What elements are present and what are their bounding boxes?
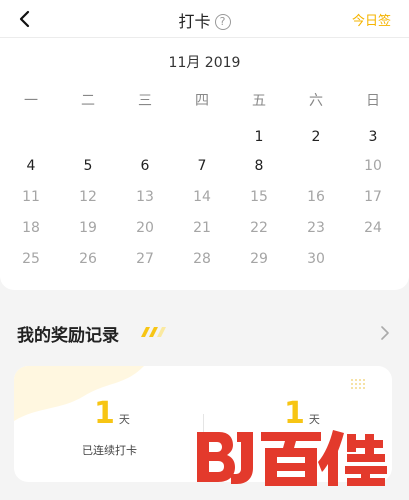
calendar-day-number: 13	[136, 189, 154, 205]
calendar-day[interactable]: 27	[131, 248, 159, 270]
decorative-stripes-icon	[141, 327, 166, 337]
calendar-day-number: 9	[311, 158, 321, 174]
calendar-day[interactable]: 25	[17, 248, 45, 270]
calendar-day-number: 16	[307, 189, 325, 205]
calendar-panel: 11月 2019 一二三四五六日 1 2 3 4 5 6 7 8 9 10 11 12 13 14 15 16…	[0, 38, 409, 290]
calendar-day[interactable]: 20	[131, 217, 159, 239]
calendar-day[interactable]: 29	[245, 248, 273, 270]
page-title: 打卡?	[0, 8, 409, 32]
calendar-day-number: 29	[250, 251, 268, 267]
calendar-day-number: 7	[197, 158, 207, 174]
calendar-day-number: 21	[193, 220, 211, 236]
calendar-day[interactable]: 22	[245, 217, 273, 239]
calendar-day-number: 5	[83, 158, 93, 174]
calendar-day-number: 4	[26, 158, 36, 174]
calendar-day[interactable]: 1	[245, 126, 273, 148]
calendar-day-number: 11	[22, 189, 40, 205]
calendar-day-today[interactable]: 9	[302, 155, 330, 177]
calendar-day[interactable]: 17	[359, 186, 387, 208]
calendar-day-number: 2	[311, 129, 321, 145]
calendar-day-number: 19	[79, 220, 97, 236]
calendar-day-number: 28	[193, 251, 211, 267]
chevron-right-icon[interactable]	[379, 325, 391, 341]
calendar-day[interactable]: 24	[359, 217, 387, 239]
weekday-label: 四	[195, 93, 209, 109]
consecutive-days-label: 已连续打卡	[82, 444, 137, 457]
page-title-text: 打卡	[178, 12, 211, 31]
help-icon[interactable]: ?	[214, 14, 231, 30]
calendar-day[interactable]: 26	[74, 248, 102, 270]
calendar-day[interactable]: 14	[188, 186, 216, 208]
calendar-day-number: 10	[364, 158, 382, 174]
calendar-day-number: 26	[79, 251, 97, 267]
calendar-day[interactable]: 21	[188, 217, 216, 239]
calendar-day[interactable]: 23	[302, 217, 330, 239]
calendar-day[interactable]: 19	[74, 217, 102, 239]
calendar-day[interactable]: 28	[188, 248, 216, 270]
calendar-day[interactable]: 11	[17, 186, 45, 208]
calendar-day[interactable]: 10	[359, 155, 387, 177]
calendar-day-number: 27	[136, 251, 154, 267]
calendar-day-number: 30	[307, 251, 325, 267]
calendar-day[interactable]: 4	[17, 155, 45, 177]
calendar-day[interactable]: 6	[131, 155, 159, 177]
calendar-day[interactable]: 3	[359, 126, 387, 148]
calendar-day[interactable]: 18	[17, 217, 45, 239]
month-label: 11月 2019	[168, 55, 241, 71]
rewards-section-title: 我的奖励记录	[17, 326, 119, 346]
header-bar: 打卡? 今日签	[0, 0, 409, 38]
calendar-day[interactable]: 2	[302, 126, 330, 148]
calendar-day[interactable]: 8	[245, 155, 273, 177]
consecutive-days-unit: 天	[118, 413, 130, 426]
consecutive-days-stat: 1天	[94, 396, 130, 431]
today-checkin-link[interactable]: 今日签	[352, 10, 391, 29]
calendar-day-number: 23	[307, 220, 325, 236]
calendar-day[interactable]: 15	[245, 186, 273, 208]
calendar-day-number: 18	[22, 220, 40, 236]
calendar-day-number: 1	[254, 129, 264, 145]
calendar-day-number: 3	[368, 129, 378, 145]
weekday-label: 日	[366, 93, 380, 109]
weekday-label: 六	[309, 93, 323, 109]
calendar-day[interactable]: 16	[302, 186, 330, 208]
calendar-day-number: 8	[254, 158, 264, 174]
calendar-day-number: 15	[250, 189, 268, 205]
dots-decoration-icon	[351, 379, 365, 389]
weekday-label: 三	[138, 93, 152, 109]
weekday-label: 二	[81, 93, 95, 109]
calendar-day[interactable]: 30	[302, 248, 330, 270]
watermark-logo	[197, 430, 387, 486]
calendar-day[interactable]: 5	[74, 155, 102, 177]
calendar-day[interactable]: 13	[131, 186, 159, 208]
calendar-day-number: 14	[193, 189, 211, 205]
consecutive-days-value: 1	[94, 396, 115, 431]
calendar-day[interactable]: 7	[188, 155, 216, 177]
calendar-day-number: 22	[250, 220, 268, 236]
weekday-label: 一	[24, 93, 38, 109]
calendar-day[interactable]: 12	[74, 186, 102, 208]
calendar-day-number: 12	[79, 189, 97, 205]
calendar-day-number: 17	[364, 189, 382, 205]
weekday-label: 五	[252, 93, 266, 109]
calendar-day-number: 20	[136, 220, 154, 236]
calendar-day-number: 6	[140, 158, 150, 174]
calendar-day-number: 24	[364, 220, 382, 236]
calendar-day-number: 25	[22, 251, 40, 267]
